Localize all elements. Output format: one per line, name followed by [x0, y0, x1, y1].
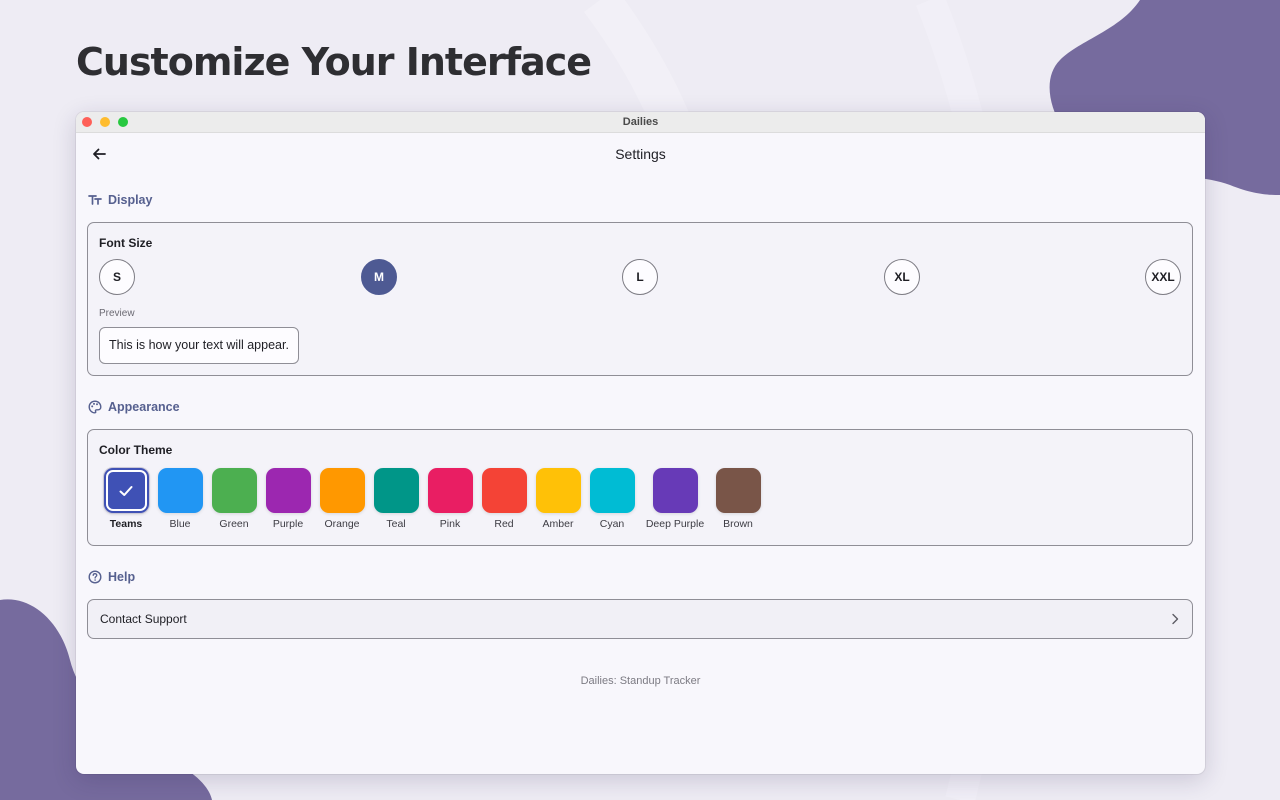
app-bar: Settings [76, 133, 1205, 175]
font-size-options: S M L XL XXL [99, 259, 1181, 295]
theme-option-teams[interactable]: Teams [99, 468, 153, 530]
theme-swatch[interactable] [319, 468, 365, 513]
theme-swatch[interactable] [157, 468, 203, 513]
theme-swatch[interactable] [652, 468, 698, 513]
theme-label: Brown [723, 518, 753, 530]
theme-label: Purple [272, 518, 304, 530]
chevron-right-icon [1172, 613, 1179, 625]
check-icon [119, 485, 133, 496]
theme-label: Deep Purple [645, 518, 705, 530]
color-theme-label: Color Theme [99, 443, 173, 457]
theme-option-blue[interactable]: Blue [153, 468, 207, 530]
theme-swatch[interactable] [211, 468, 257, 513]
font-size-option-xxl[interactable]: XXL [1145, 259, 1181, 295]
theme-option-teal[interactable]: Teal [369, 468, 423, 530]
traffic-lights [82, 117, 128, 127]
color-theme-options: Teams Blue Green Purple Orange Teal Pink Red Amb… [99, 468, 765, 530]
theme-option-brown[interactable]: Brown [711, 468, 765, 530]
theme-label: Orange [324, 518, 360, 530]
page-title: Settings [615, 146, 666, 162]
appearance-card: Color Theme Teams Blue Green Purple Orange Te… [87, 429, 1193, 546]
font-size-option-xl[interactable]: XL [884, 259, 920, 295]
theme-swatch[interactable] [715, 468, 761, 513]
hero-title: Customize Your Interface [76, 40, 592, 84]
theme-swatch[interactable] [427, 468, 473, 513]
theme-label: Blue [169, 518, 191, 530]
theme-option-green[interactable]: Green [207, 468, 261, 530]
theme-option-amber[interactable]: Amber [531, 468, 585, 530]
window-titlebar: Dailies [76, 112, 1205, 133]
theme-label: Green [219, 518, 249, 530]
theme-swatch[interactable] [265, 468, 311, 513]
theme-option-cyan[interactable]: Cyan [585, 468, 639, 530]
window-title: Dailies [622, 116, 659, 128]
text-size-icon [88, 195, 102, 205]
theme-label: Teams [109, 518, 143, 530]
section-label-help: Help [108, 570, 136, 584]
theme-label: Red [494, 518, 514, 530]
footer-text: Dailies: Standup Tracker [580, 675, 701, 687]
section-header-appearance: Appearance [88, 400, 180, 414]
theme-label: Cyan [599, 518, 625, 530]
font-size-option-m[interactable]: M [361, 259, 397, 295]
theme-option-deep-purple[interactable]: Deep Purple [639, 468, 711, 530]
theme-option-red[interactable]: Red [477, 468, 531, 530]
theme-label: Amber [542, 518, 574, 530]
contact-support-button[interactable]: Contact Support [87, 599, 1193, 639]
close-window-button[interactable] [82, 117, 92, 127]
theme-swatch[interactable] [535, 468, 581, 513]
font-size-option-l[interactable]: L [622, 259, 658, 295]
theme-label: Teal [386, 518, 406, 530]
back-button[interactable] [88, 143, 110, 165]
help-circle-icon [88, 570, 102, 584]
theme-label: Pink [439, 518, 461, 530]
section-header-display: Display [88, 193, 152, 207]
display-card: Font Size S M L XL XXL Preview This is how y… [87, 222, 1193, 376]
preview-text: This is how your text will appear. [99, 327, 299, 364]
theme-swatch[interactable] [373, 468, 419, 513]
font-size-option-s[interactable]: S [99, 259, 135, 295]
section-header-help: Help [88, 570, 135, 584]
arrow-left-icon [93, 148, 106, 160]
section-label-appearance: Appearance [108, 400, 180, 414]
app-window: Dailies Settings Display Font Size S M L XL… [76, 112, 1205, 774]
font-size-label: Font Size [99, 236, 153, 250]
preview-label: Preview [99, 308, 135, 319]
theme-swatch[interactable] [103, 468, 149, 513]
theme-option-pink[interactable]: Pink [423, 468, 477, 530]
section-label-display: Display [108, 193, 153, 207]
theme-swatch[interactable] [481, 468, 527, 513]
contact-support-label: Contact Support [100, 612, 187, 626]
theme-option-purple[interactable]: Purple [261, 468, 315, 530]
theme-option-orange[interactable]: Orange [315, 468, 369, 530]
theme-swatch[interactable] [589, 468, 635, 513]
maximize-window-button[interactable] [118, 117, 128, 127]
palette-icon [88, 400, 102, 414]
minimize-window-button[interactable] [100, 117, 110, 127]
